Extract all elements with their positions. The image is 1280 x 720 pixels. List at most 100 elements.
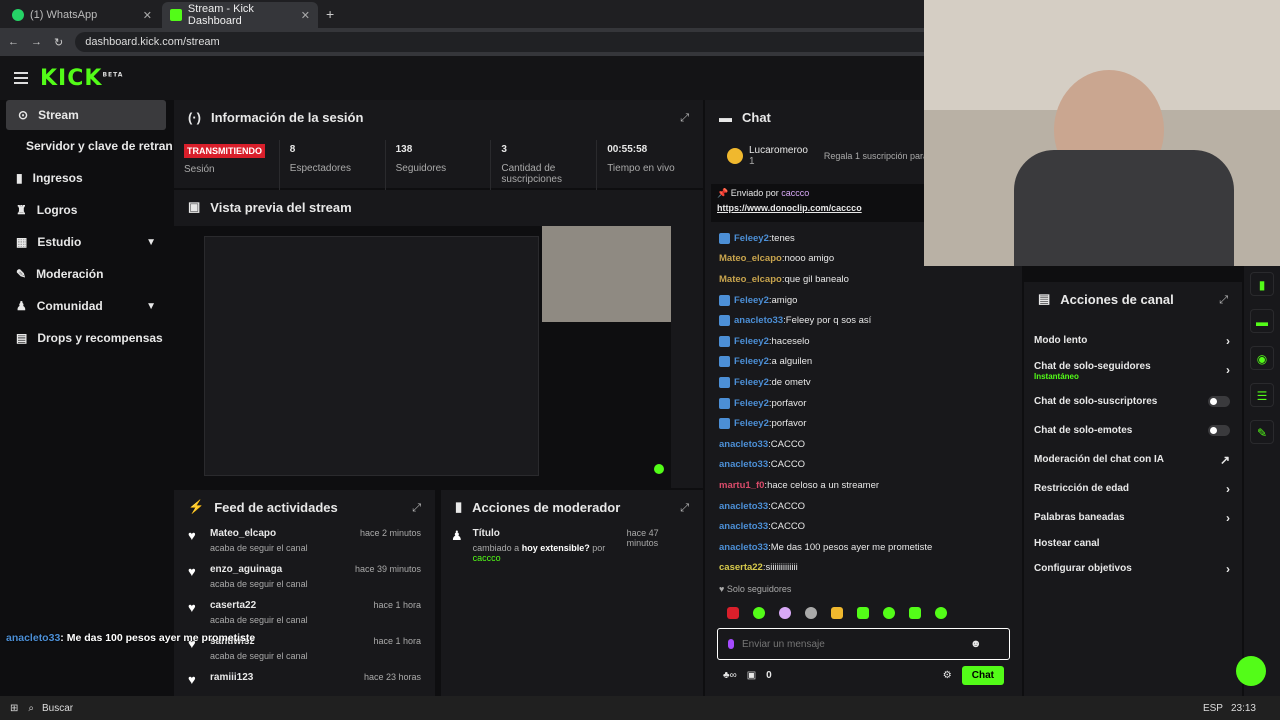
stat-value: 00:55:58: [607, 144, 648, 155]
taskbar-search[interactable]: Buscar: [42, 703, 142, 714]
chat-icon[interactable]: ▬: [1250, 309, 1274, 333]
sidebar-item-stream[interactable]: ⊙ Stream: [6, 100, 166, 130]
sidebar-item-moderacion[interactable]: ✎ Moderación: [0, 258, 172, 290]
action-banned-words[interactable]: Palabras baneadas ›: [1024, 503, 1242, 532]
chat-username[interactable]: Mateo_elcapo: [719, 274, 782, 285]
feed-item: ♥ Mateo_elcapo acaba de seguir el canal hac…: [174, 524, 435, 560]
toggle-switch[interactable]: [1208, 425, 1230, 436]
emote-icon[interactable]: [753, 607, 765, 620]
broadcast-icon[interactable]: ◉: [1250, 346, 1274, 370]
emote-icon[interactable]: [857, 607, 869, 620]
kick-icon: [170, 9, 182, 21]
forward-icon[interactable]: →: [31, 36, 42, 48]
sidebar-item-stream-key[interactable]: Servidor y clave de retransmisión: [0, 130, 172, 162]
action-age-restriction[interactable]: Restricción de edad ›: [1024, 474, 1242, 503]
chat-username[interactable]: Mateo_elcapo: [719, 253, 782, 264]
mic-icon[interactable]: [728, 639, 734, 650]
emoji-icon[interactable]: ☻: [970, 638, 982, 650]
feed-item: ♥ caserta22 acaba de seguir el canal hace 1…: [174, 596, 435, 632]
chat-username[interactable]: Feleey2: [734, 336, 769, 347]
chat-username[interactable]: Feleey2: [734, 418, 769, 429]
tab-label: (1) WhatsApp: [30, 9, 98, 21]
chat-username[interactable]: Feleey2: [734, 233, 769, 244]
right-rail: ▮ ▬ ◉ ☰ ✎: [1244, 266, 1280, 696]
viewers-icon[interactable]: ♣∞: [723, 670, 737, 681]
sidebar-item-drops[interactable]: ▤ Drops y recompensas: [0, 322, 172, 354]
action-emotes-only[interactable]: Chat de solo-emotes: [1024, 416, 1242, 445]
popout-icon[interactable]: ⤢: [412, 502, 421, 515]
chat-username[interactable]: Feleey2: [734, 356, 769, 367]
feed-name: ramiii123: [210, 672, 254, 683]
session-icon[interactable]: ▮: [1250, 272, 1274, 296]
chat-message: Feleey2: porfavor: [705, 393, 1022, 414]
action-label: Palabras baneadas: [1034, 512, 1125, 523]
badge-icon: [719, 397, 730, 409]
chart-icon: ▮: [16, 171, 23, 185]
emote-icon[interactable]: [805, 607, 817, 620]
chat-username[interactable]: Feleey2: [734, 398, 769, 409]
chat-username[interactable]: Feleey2: [734, 295, 769, 306]
action-ai-moderation[interactable]: Moderación del chat con IA ↗: [1024, 445, 1242, 474]
chat-username[interactable]: anacleto33: [719, 542, 768, 553]
chat-username[interactable]: anacleto33: [734, 315, 783, 326]
lightning-icon: ⚡: [188, 499, 205, 514]
search-icon[interactable]: ⌕: [28, 703, 34, 714]
emote-bar: [719, 604, 1008, 622]
chat-username[interactable]: anacleto33: [719, 501, 768, 512]
action-slow-mode[interactable]: Modo lento ›: [1024, 326, 1242, 355]
emote-icon[interactable]: [779, 607, 791, 620]
pinned-link[interactable]: https://www.donoclip.com/caccco: [717, 203, 921, 213]
menu-icon[interactable]: [14, 69, 28, 87]
sidebar-item-label: Ingresos: [32, 171, 83, 185]
new-tab-button[interactable]: +: [326, 6, 334, 22]
chat-username[interactable]: anacleto33: [719, 521, 768, 532]
action-followers-only[interactable]: Chat de solo-seguidores Instantáneo ›: [1024, 355, 1242, 387]
sidebar-item-estudio[interactable]: ▦ Estudio ▼: [0, 226, 172, 258]
emote-icon[interactable]: [883, 607, 895, 620]
list-icon[interactable]: ☰: [1250, 383, 1274, 407]
chat-username[interactable]: caserta22: [719, 562, 763, 573]
emote-icon[interactable]: [909, 607, 921, 620]
emote-icon[interactable]: [935, 607, 947, 620]
chat-username[interactable]: anacleto33: [719, 459, 768, 470]
url-field[interactable]: dashboard.kick.com/stream: [75, 32, 1036, 52]
chat-username[interactable]: Feleey2: [734, 377, 769, 388]
chat-input-box[interactable]: ☻: [717, 628, 1010, 661]
panel-title: Feed de actividades: [214, 499, 338, 515]
reload-icon[interactable]: ↻: [54, 36, 63, 49]
settings-icon[interactable]: ⚙: [943, 670, 952, 681]
emote-icon[interactable]: [727, 607, 739, 620]
send-chat-button[interactable]: Chat: [961, 665, 1004, 685]
heart-icon: ♥: [719, 584, 725, 595]
sidebar-item-ingresos[interactable]: ▮ Ingresos: [0, 162, 172, 194]
broadcast-icon: ⊙: [18, 108, 29, 122]
action-goals[interactable]: Configurar objetivos ›: [1024, 554, 1242, 583]
action-subs-only[interactable]: Chat de solo-suscriptores: [1024, 387, 1242, 416]
emote-icon[interactable]: [831, 607, 843, 620]
toggle-switch[interactable]: [1208, 396, 1230, 407]
wrench-icon[interactable]: ✎: [1250, 420, 1274, 444]
popout-icon[interactable]: ⤢: [1219, 294, 1228, 307]
popout-icon[interactable]: ⤢: [680, 112, 689, 125]
back-icon[interactable]: ←: [8, 36, 19, 48]
sidebar-item-logros[interactable]: ♜ Logros: [0, 194, 172, 226]
popout-icon[interactable]: ⤢: [680, 502, 689, 515]
chevron-right-icon: ›: [1226, 510, 1230, 525]
chat-text: a alguilen: [771, 356, 813, 368]
chat-username[interactable]: martu1_f0: [719, 480, 764, 491]
broadcast-icon: (·): [188, 109, 201, 125]
windows-icon[interactable]: ⊞: [10, 703, 18, 714]
tab-whatsapp[interactable]: (1) WhatsApp ✕: [4, 2, 160, 28]
stream-preview[interactable]: [174, 226, 671, 488]
chat-username[interactable]: anacleto33: [719, 439, 768, 450]
help-icon[interactable]: [1236, 656, 1266, 686]
kick-logo[interactable]: KICKBETA: [40, 66, 123, 91]
tab-kick-dashboard[interactable]: Stream - Kick Dashboard ✕: [162, 2, 318, 28]
chat-input[interactable]: [742, 638, 962, 650]
close-icon[interactable]: ✕: [301, 9, 310, 22]
close-icon[interactable]: ✕: [143, 9, 152, 22]
action-host-channel[interactable]: Hostear canal: [1024, 532, 1242, 554]
sidebar-item-comunidad[interactable]: ♟ Comunidad ▼: [0, 290, 172, 322]
chat-message: Feleey2: a alguilen: [705, 352, 1022, 373]
feed-name: enzo_aguinaga: [210, 564, 283, 575]
